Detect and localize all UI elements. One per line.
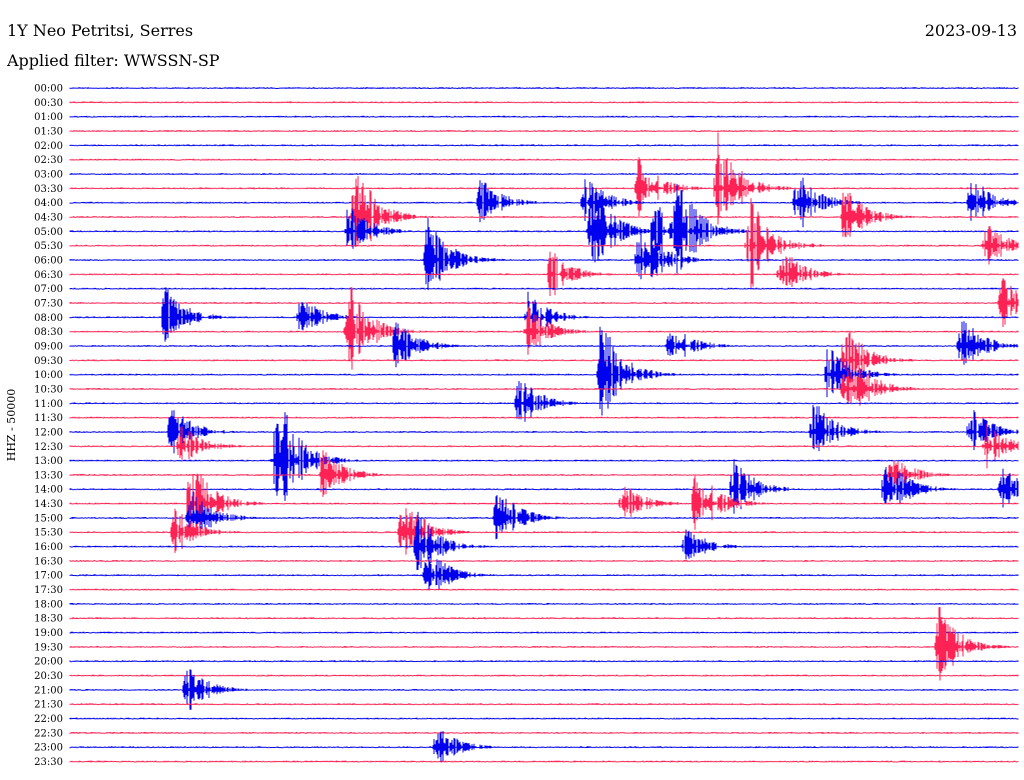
row-time-label: 08:00 bbox=[34, 313, 63, 324]
row-time-label: 01:00 bbox=[34, 112, 63, 123]
row-time-label: 18:30 bbox=[34, 614, 63, 625]
row-time-label: 03:00 bbox=[34, 170, 63, 181]
row-time-label: 07:30 bbox=[34, 298, 63, 309]
row-time-label: 12:30 bbox=[34, 442, 63, 453]
row-time-label: 14:00 bbox=[34, 485, 63, 496]
row-time-label: 23:00 bbox=[34, 743, 63, 754]
row-time-label: 04:30 bbox=[34, 213, 63, 224]
row-time-label: 21:30 bbox=[34, 700, 63, 711]
row-time-label: 00:00 bbox=[34, 84, 63, 95]
row-time-label: 23:30 bbox=[34, 757, 63, 768]
row-time-label: 02:00 bbox=[34, 141, 63, 152]
row-time-label: 11:30 bbox=[34, 413, 63, 424]
filter-label: Applied filter: WWSSN-SP bbox=[6, 51, 220, 70]
row-time-label: 01:30 bbox=[34, 127, 63, 138]
row-time-label: 09:00 bbox=[34, 341, 63, 352]
row-time-label: 19:30 bbox=[34, 642, 63, 653]
row-time-label: 05:00 bbox=[34, 227, 63, 238]
helicorder-plot: 1Y Neo Petritsi, Serres Applied filter: … bbox=[0, 0, 1024, 780]
row-time-label: 14:30 bbox=[34, 499, 63, 510]
row-time-label: 21:00 bbox=[34, 685, 63, 696]
row-time-label: 20:00 bbox=[34, 657, 63, 668]
row-time-label: 17:00 bbox=[34, 571, 63, 582]
row-time-label: 02:30 bbox=[34, 155, 63, 166]
row-time-label: 06:00 bbox=[34, 256, 63, 267]
row-time-label: 10:00 bbox=[34, 370, 63, 381]
channel-side-label: HHZ - 50000 bbox=[5, 389, 18, 462]
row-time-label: 10:30 bbox=[34, 384, 63, 395]
row-time-label: 05:30 bbox=[34, 241, 63, 252]
row-time-label: 19:00 bbox=[34, 628, 63, 639]
row-time-label: 22:30 bbox=[34, 728, 63, 739]
row-time-label: 06:30 bbox=[34, 270, 63, 281]
row-time-label: 15:00 bbox=[34, 513, 63, 524]
row-time-label: 04:00 bbox=[34, 198, 63, 209]
row-time-label: 16:30 bbox=[34, 556, 63, 567]
row-time-label: 13:00 bbox=[34, 456, 63, 467]
row-time-label: 12:00 bbox=[34, 427, 63, 438]
row-time-label: 13:30 bbox=[34, 470, 63, 481]
row-time-label: 18:00 bbox=[34, 599, 63, 610]
row-time-label: 09:30 bbox=[34, 356, 63, 367]
row-time-label: 22:00 bbox=[34, 714, 63, 725]
row-time-label: 16:00 bbox=[34, 542, 63, 553]
row-time-label: 20:30 bbox=[34, 671, 63, 682]
date-label: 2023-09-13 bbox=[925, 21, 1017, 40]
row-time-label: 15:30 bbox=[34, 528, 63, 539]
row-time-label: 07:00 bbox=[34, 284, 63, 295]
station-title: 1Y Neo Petritsi, Serres bbox=[7, 21, 193, 40]
row-time-label: 03:30 bbox=[34, 184, 63, 195]
row-time-label: 11:00 bbox=[34, 399, 63, 410]
row-time-label: 17:30 bbox=[34, 585, 63, 596]
row-time-label: 08:30 bbox=[34, 327, 63, 338]
row-time-label: 00:30 bbox=[34, 98, 63, 109]
